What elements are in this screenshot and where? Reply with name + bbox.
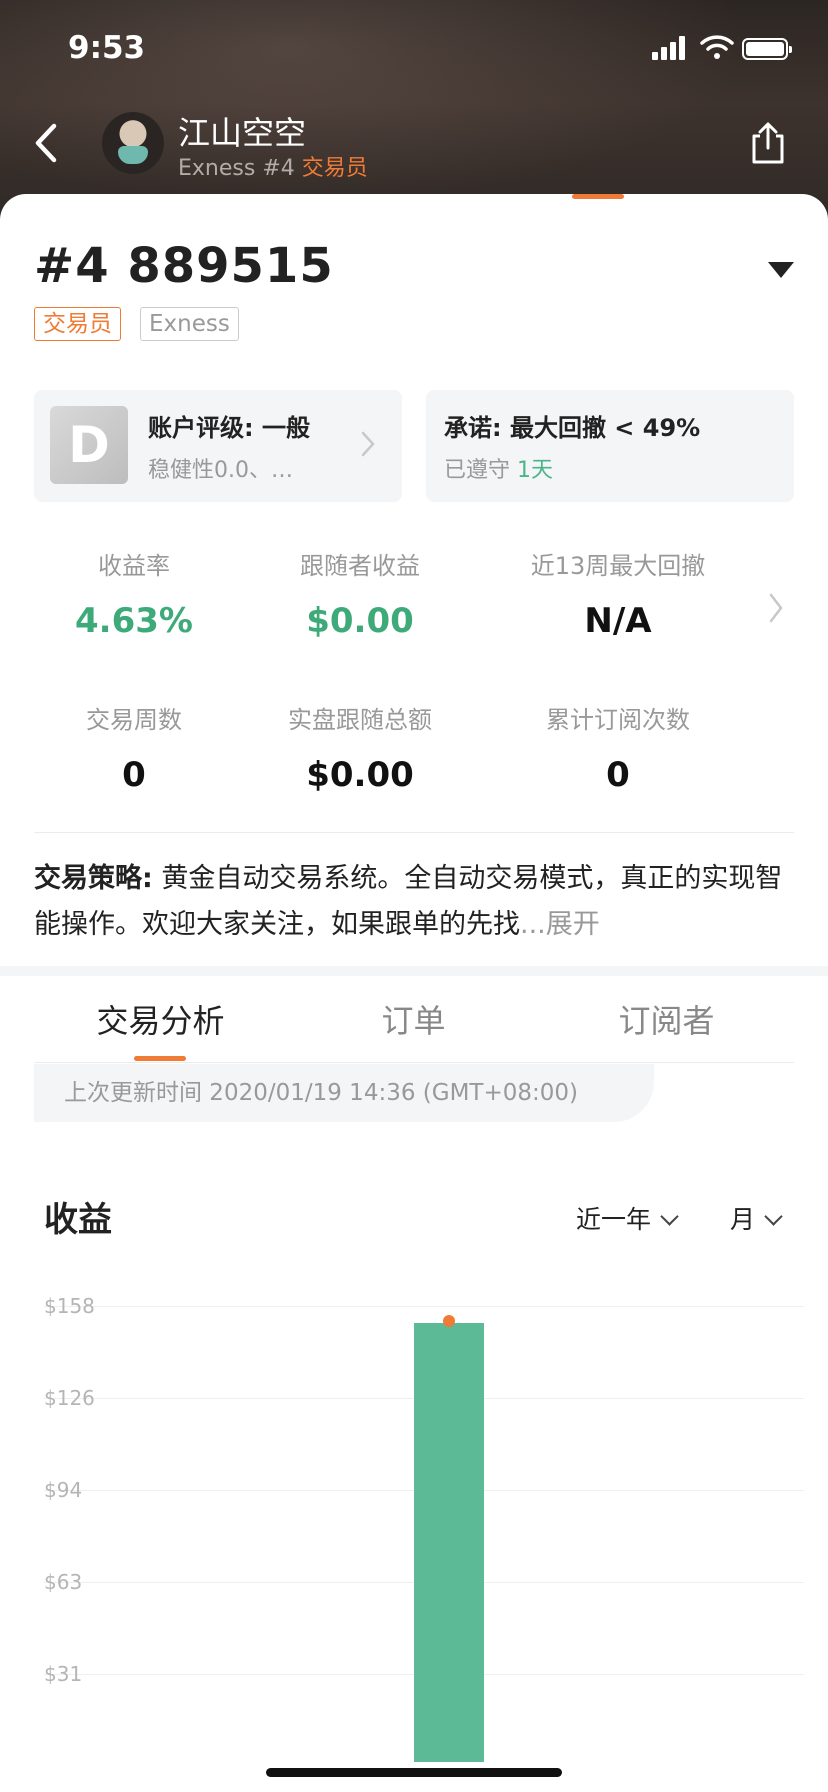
avatar[interactable] bbox=[102, 112, 164, 174]
tab-trading-analysis[interactable]: 交易分析 bbox=[34, 996, 287, 1042]
stat-value: 4.63% bbox=[75, 601, 193, 641]
stat-value: 0 bbox=[606, 755, 630, 795]
back-icon[interactable] bbox=[28, 118, 68, 168]
battery-icon bbox=[742, 38, 792, 60]
trader-rank: #4 bbox=[262, 156, 295, 181]
share-icon[interactable] bbox=[748, 120, 788, 166]
trader-name: 江山空空 bbox=[178, 114, 307, 152]
stat-label: 跟随者收益 bbox=[300, 552, 420, 580]
promise-status-prefix: 已遵守 bbox=[444, 458, 511, 483]
gridline bbox=[44, 1306, 804, 1307]
period-value: 近一年 bbox=[576, 1205, 652, 1234]
home-indicator[interactable] bbox=[266, 1768, 562, 1777]
stat-label: 实盘跟随总额 bbox=[288, 706, 432, 734]
expand-link[interactable]: ...展开 bbox=[520, 909, 600, 940]
chevron-right-icon[interactable] bbox=[768, 592, 784, 624]
broker-name: Exness bbox=[178, 156, 256, 181]
broker-tag: Exness bbox=[140, 307, 239, 341]
tab-bar: 交易分析 订单 订阅者 bbox=[34, 976, 794, 1062]
chart-bar[interactable] bbox=[414, 1323, 484, 1762]
rating-subtitle: 稳健性0.0、… bbox=[148, 458, 293, 483]
stat-follower-profit: 跟随者收益 $0.00 bbox=[260, 546, 460, 641]
active-tab-indicator bbox=[134, 1056, 186, 1061]
cellular-signal-icon bbox=[652, 36, 688, 60]
stat-trading-weeks: 交易周数 0 bbox=[34, 700, 234, 795]
stat-return-rate: 收益率 4.63% bbox=[34, 546, 234, 641]
y-tick-label: $94 bbox=[44, 1478, 83, 1502]
chart-title: 收益 bbox=[44, 1200, 112, 1240]
promise-days: 1天 bbox=[517, 458, 554, 483]
trader-role: 交易员 bbox=[301, 156, 368, 181]
unit-value: 月 bbox=[730, 1205, 756, 1234]
promise-title: 承诺: 最大回撤 < 49% bbox=[444, 414, 701, 442]
account-rating-card[interactable]: D 账户评级: 一般 稳健性0.0、… bbox=[34, 390, 402, 502]
stat-label: 近13周最大回撤 bbox=[530, 552, 706, 580]
chevron-right-icon bbox=[361, 431, 375, 457]
stat-value: $0.00 bbox=[306, 601, 414, 641]
wifi-icon bbox=[700, 35, 734, 59]
stat-label: 交易周数 bbox=[86, 706, 182, 734]
strategy-label: 交易策略: bbox=[34, 863, 153, 894]
stat-max-drawdown: 近13周最大回撤 N/A bbox=[518, 546, 718, 641]
y-tick-label: $63 bbox=[44, 1570, 83, 1594]
y-tick-label: $158 bbox=[44, 1294, 95, 1318]
status-time: 9:53 bbox=[68, 30, 146, 66]
account-title: #4 889515 bbox=[34, 238, 334, 294]
stat-follow-total: 实盘跟随总额 $0.00 bbox=[260, 700, 460, 795]
rating-badge: D bbox=[50, 406, 128, 484]
top-nav: 江山空空 Exness #4 交易员 bbox=[0, 100, 828, 190]
stat-value: $0.00 bbox=[306, 755, 414, 795]
account-dropdown-icon[interactable] bbox=[768, 262, 794, 278]
y-tick-label: $126 bbox=[44, 1386, 95, 1410]
stat-value: N/A bbox=[584, 601, 652, 641]
scroll-indicator bbox=[572, 194, 624, 199]
rating-title: 账户评级: 一般 bbox=[148, 414, 310, 442]
chevron-down-icon bbox=[660, 1207, 679, 1226]
y-tick-label: $31 bbox=[44, 1662, 83, 1686]
trader-subtitle: Exness #4 交易员 bbox=[178, 150, 368, 182]
stat-value: 0 bbox=[122, 755, 146, 795]
unit-dropdown[interactable]: 月 bbox=[730, 1200, 783, 1236]
role-tag: 交易员 bbox=[34, 307, 121, 341]
stat-label: 累计订阅次数 bbox=[546, 706, 690, 734]
promise-card[interactable]: 承诺: 最大回撤 < 49% 已遵守 1天 bbox=[426, 390, 794, 502]
stat-subscription-count: 累计订阅次数 0 bbox=[518, 700, 718, 795]
strategy-text: 交易策略: 黄金自动交易系统。全自动交易模式，真正的实现智能操作。欢迎大家关注，… bbox=[34, 856, 800, 948]
chevron-down-icon bbox=[764, 1207, 783, 1226]
status-bar: 9:53 bbox=[0, 0, 828, 100]
tab-orders[interactable]: 订单 bbox=[287, 996, 540, 1042]
divider bbox=[34, 832, 794, 833]
promise-status: 已遵守 1天 bbox=[444, 452, 553, 484]
period-dropdown[interactable]: 近一年 bbox=[576, 1200, 679, 1236]
tab-subscribers[interactable]: 订阅者 bbox=[540, 996, 793, 1042]
section-divider bbox=[0, 966, 828, 976]
last-update-banner: 上次更新时间 2020/01/19 14:36 (GMT+08:00) bbox=[34, 1064, 654, 1122]
stat-label: 收益率 bbox=[98, 552, 170, 580]
tab-divider bbox=[34, 1062, 794, 1063]
profit-chart: $158 $126 $94 $63 $31 bbox=[0, 1290, 828, 1762]
